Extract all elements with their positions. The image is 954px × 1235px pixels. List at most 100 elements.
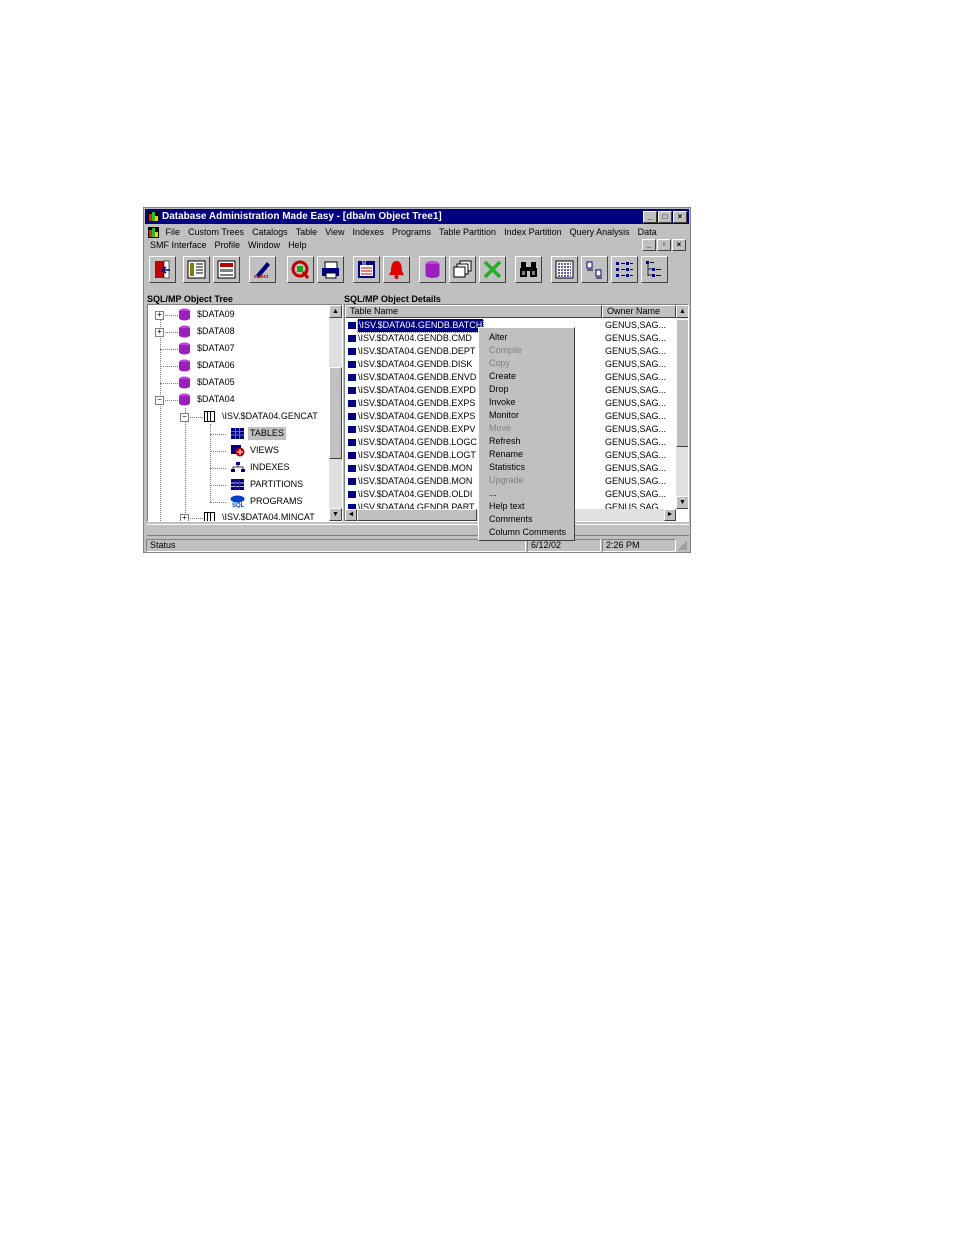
exit-button[interactable] xyxy=(149,256,176,283)
mdi-close-button[interactable]: × xyxy=(672,239,686,251)
status-time: 2:26 PM xyxy=(602,539,676,552)
context-menu-comments[interactable]: Comments xyxy=(489,513,533,526)
table-icon xyxy=(348,361,356,368)
tree-scrollbar[interactable]: ▲ ▼ xyxy=(329,305,342,521)
select-text: select xyxy=(254,274,269,280)
svg-text:M: M xyxy=(362,261,366,267)
resize-grip-icon[interactable] xyxy=(678,541,688,551)
monitor-button[interactable]: M xyxy=(353,256,380,283)
object-tree[interactable]: + $DATA09 + $DATA08 $DATA07 $DATA06 $DAT… xyxy=(147,304,343,522)
maximize-button[interactable]: □ xyxy=(658,211,672,223)
context-menu-rename[interactable]: Rename xyxy=(489,448,523,461)
query-icon xyxy=(291,260,310,279)
menu-window[interactable]: Window xyxy=(248,240,280,250)
menu-help[interactable]: Help xyxy=(288,240,307,250)
catalog-button[interactable] xyxy=(183,256,210,283)
context-menu-create[interactable]: Create xyxy=(489,370,516,383)
context-menu-monitor[interactable]: Monitor xyxy=(489,409,519,422)
table-grid-icon xyxy=(231,428,244,439)
table-name-cell: \ISV.$DATA04.GENDB.MON xyxy=(358,463,473,473)
context-menu-alter[interactable]: Alter xyxy=(489,331,508,344)
context-menu-ellipsis[interactable]: ... xyxy=(489,487,497,500)
cancel-button[interactable] xyxy=(479,256,506,283)
alarm-button[interactable] xyxy=(383,256,410,283)
scroll-thumb[interactable] xyxy=(357,509,477,521)
details-view-button[interactable] xyxy=(551,256,578,283)
owner-name-cell: GENUS,SAG... xyxy=(605,359,667,369)
table-name-cell: \ISV.$DATA04.GENDB.DEPT xyxy=(358,346,476,356)
title-bar[interactable]: Database Administration Made Easy - [dba… xyxy=(145,209,689,224)
collapse-toggle[interactable]: − xyxy=(155,396,164,405)
context-menu-invoke[interactable]: Invoke xyxy=(489,396,516,409)
catalog-icon xyxy=(204,411,215,422)
context-menu-statistics[interactable]: Statistics xyxy=(489,461,525,474)
tree-item-label: $DATA05 xyxy=(197,377,235,387)
small-icons-button[interactable] xyxy=(581,256,608,283)
menu-profile[interactable]: Profile xyxy=(215,240,241,250)
collapse-toggle[interactable]: − xyxy=(180,413,189,422)
menu-programs[interactable]: Programs xyxy=(392,227,431,237)
scroll-right-button[interactable]: ► xyxy=(664,509,676,521)
minimize-button[interactable]: _ xyxy=(643,211,657,223)
mdi-minimize-button[interactable]: _ xyxy=(642,239,656,251)
scroll-thumb[interactable] xyxy=(329,367,342,459)
menu-custom-trees[interactable]: Custom Trees xyxy=(188,227,244,237)
database-button[interactable] xyxy=(419,256,446,283)
menu-catalogs[interactable]: Catalogs xyxy=(252,227,288,237)
close-button[interactable]: × xyxy=(673,211,687,223)
expand-toggle[interactable]: + xyxy=(155,328,164,337)
tree-item-label: PROGRAMS xyxy=(250,496,303,506)
table-name-cell: \ISV.$DATA04.GENDB.LOGT xyxy=(358,450,476,460)
menu-index-partition[interactable]: Index Partition xyxy=(504,227,562,237)
find-button[interactable] xyxy=(515,256,542,283)
cascade-windows-button[interactable] xyxy=(449,256,476,283)
form-button[interactable] xyxy=(213,256,240,283)
table-icon xyxy=(348,478,356,485)
tree-item-label: $DATA09 xyxy=(197,309,235,319)
owner-name-cell: GENUS,SAG... xyxy=(605,476,667,486)
context-menu-move[interactable]: Move xyxy=(489,422,511,435)
scroll-left-button[interactable]: ◄ xyxy=(345,509,357,521)
menu-query-analysis[interactable]: Query Analysis xyxy=(570,227,630,237)
table-icon xyxy=(348,400,356,407)
list-view-button[interactable] xyxy=(611,256,638,283)
context-menu-help-text[interactable]: Help text xyxy=(489,500,525,513)
menu-table[interactable]: Table xyxy=(296,227,318,237)
scroll-down-button[interactable]: ▼ xyxy=(329,508,342,521)
print-button[interactable] xyxy=(317,256,344,283)
column-header-table-name[interactable]: Table Name xyxy=(345,305,602,318)
expand-toggle[interactable]: + xyxy=(180,514,189,521)
scroll-down-button[interactable]: ▼ xyxy=(676,496,688,509)
context-menu-upgrade[interactable]: Upgrade xyxy=(489,474,524,487)
mdi-restore-button[interactable]: ▫ xyxy=(657,239,671,251)
mdi-child-icon[interactable] xyxy=(148,227,159,239)
details-vscrollbar[interactable]: ▲ ▼ xyxy=(676,305,688,509)
table-name-cell: \ISV.$DATA04.GENDB.EXPV xyxy=(358,424,476,434)
scroll-thumb[interactable] xyxy=(676,319,688,447)
app-window: Database Administration Made Easy - [dba… xyxy=(143,207,691,553)
column-header-owner-name[interactable]: Owner Name xyxy=(602,305,676,318)
context-menu-drop[interactable]: Drop xyxy=(489,383,509,396)
query-button[interactable] xyxy=(287,256,314,283)
menu-view[interactable]: View xyxy=(325,227,344,237)
scroll-up-button[interactable]: ▲ xyxy=(676,305,688,318)
tree-item-label: \ISV.$DATA04.GENCAT xyxy=(222,411,318,421)
menu-file[interactable]: File xyxy=(166,227,181,237)
tree-view-button[interactable] xyxy=(641,256,668,283)
context-menu-copy[interactable]: Copy xyxy=(489,357,510,370)
context-menu-column-comments[interactable]: Column Comments xyxy=(489,526,566,539)
select-button[interactable]: select xyxy=(249,256,276,283)
menu-data[interactable]: Data xyxy=(638,227,657,237)
context-menu-compile[interactable]: Compile xyxy=(489,344,522,357)
menu-indexes[interactable]: Indexes xyxy=(352,227,384,237)
menu-table-partition[interactable]: Table Partition xyxy=(439,227,496,237)
context-menu-refresh[interactable]: Refresh xyxy=(489,435,521,448)
splitter-bar[interactable] xyxy=(147,524,689,536)
expand-toggle[interactable]: + xyxy=(155,311,164,320)
small-icons-icon xyxy=(586,261,602,279)
menu-smf-interface[interactable]: SMF Interface xyxy=(150,240,207,250)
owner-name-cell: GENUS,SAG... xyxy=(605,437,667,447)
scroll-up-button[interactable]: ▲ xyxy=(329,305,342,318)
table-name-cell: \ISV.$DATA04.GENDB.ENVD xyxy=(358,372,477,382)
table-name-cell: \ISV.$DATA04.GENDB.CMD xyxy=(358,333,472,343)
